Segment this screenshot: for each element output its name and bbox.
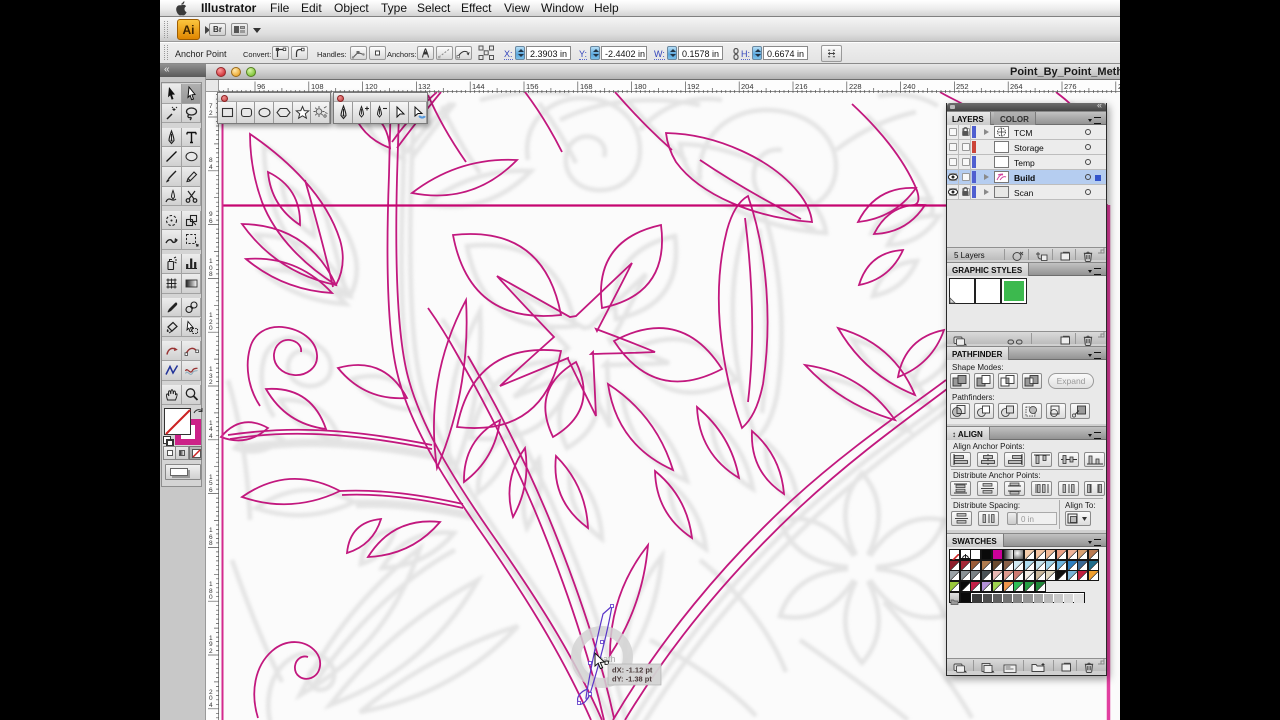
svg-text:240: 240	[903, 82, 916, 91]
svg-text:2: 2	[209, 110, 213, 117]
svg-text:120: 120	[365, 82, 378, 91]
svg-text:108: 108	[311, 82, 324, 91]
svg-text:dX: -1.12 pt: dX: -1.12 pt	[612, 666, 653, 675]
svg-text:7: 7	[209, 103, 213, 110]
svg-text:0: 0	[209, 325, 213, 332]
svg-text:216: 216	[795, 82, 808, 91]
svg-text:5: 5	[209, 480, 213, 487]
svg-text:9: 9	[209, 211, 213, 218]
svg-text:144: 144	[472, 82, 485, 91]
svg-text:0: 0	[209, 695, 213, 702]
svg-text:288: 288	[1118, 82, 1120, 91]
svg-text:156: 156	[526, 82, 539, 91]
svg-text:96: 96	[257, 82, 265, 91]
svg-text:8: 8	[209, 157, 213, 164]
svg-text:4: 4	[209, 426, 213, 433]
svg-text:2: 2	[209, 648, 213, 655]
svg-text:8: 8	[209, 271, 213, 278]
svg-text:192: 192	[687, 82, 700, 91]
svg-text:1: 1	[209, 581, 213, 588]
svg-text:228: 228	[849, 82, 862, 91]
svg-text:180: 180	[634, 82, 647, 91]
svg-text:1: 1	[209, 258, 213, 265]
svg-text:276: 276	[1064, 82, 1077, 91]
svg-text:0: 0	[209, 594, 213, 601]
svg-text:9: 9	[209, 641, 213, 648]
svg-text:132: 132	[418, 82, 431, 91]
svg-text:8: 8	[209, 540, 213, 547]
svg-text:4: 4	[209, 702, 213, 709]
svg-text:dY: -1.38 pt: dY: -1.38 pt	[612, 675, 652, 684]
svg-text:4: 4	[209, 164, 213, 171]
svg-text:264: 264	[1010, 82, 1023, 91]
svg-text:168: 168	[580, 82, 593, 91]
svg-text:1: 1	[209, 312, 213, 319]
svg-text:1: 1	[209, 366, 213, 373]
svg-text:2: 2	[209, 379, 213, 386]
svg-text:6: 6	[209, 218, 213, 225]
svg-text:204: 204	[741, 82, 754, 91]
svg-text:6: 6	[209, 487, 213, 494]
svg-text:1: 1	[209, 527, 213, 534]
svg-text:252: 252	[956, 82, 969, 91]
svg-text:4: 4	[209, 433, 213, 440]
